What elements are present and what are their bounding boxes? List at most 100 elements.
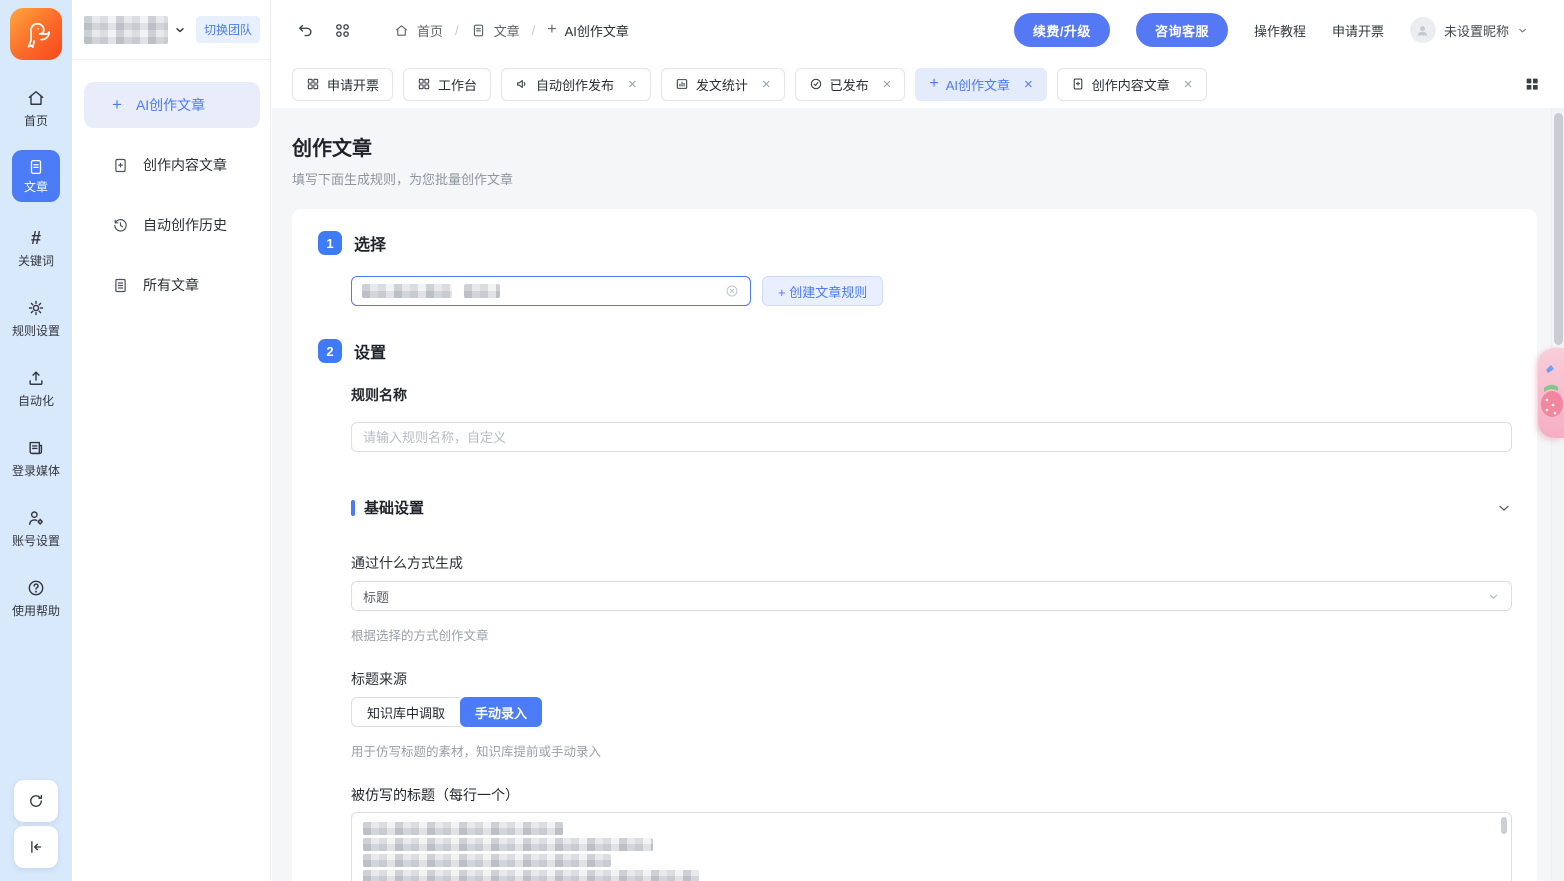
chevron-down-icon[interactable]: [1496, 500, 1512, 516]
promo-float-widget[interactable]: [1538, 348, 1564, 438]
close-icon[interactable]: ×: [762, 77, 771, 92]
rail-item-label: 登录媒体: [12, 462, 60, 479]
hash-icon: #: [31, 228, 41, 248]
rail-item-keywords[interactable]: # 关键词: [0, 228, 72, 269]
tab-label: 发文统计: [696, 75, 748, 94]
generation-method-select[interactable]: 标题: [351, 581, 1512, 611]
tutorial-link[interactable]: 操作教程: [1254, 21, 1306, 40]
plus-icon: +: [929, 76, 938, 92]
team-panel: 切换团队 + AI创作文章 创作内容文章 自动创作历史 所有文章: [72, 0, 271, 881]
user-menu[interactable]: 未设置昵称: [1410, 17, 1528, 43]
strawberry-icon: [1538, 348, 1564, 438]
rail-item-account-settings[interactable]: 账号设置: [0, 508, 72, 549]
customer-support-button[interactable]: 咨询客服: [1136, 13, 1228, 47]
tab-label: 自动创作发布: [536, 75, 614, 94]
breadcrumb-separator: /: [455, 23, 459, 38]
article-rule-select[interactable]: [351, 276, 751, 306]
source-option-knowledge-base[interactable]: 知识库中调取: [351, 697, 460, 727]
panel-item-auto-create-history[interactable]: 自动创作历史: [84, 202, 260, 248]
rail-item-label: 规则设置: [12, 322, 60, 339]
file-icon: [471, 23, 486, 38]
rule-name-input[interactable]: [351, 422, 1512, 452]
imitated-titles-textarea[interactable]: [351, 812, 1512, 881]
panel-item-all-articles[interactable]: 所有文章: [84, 262, 260, 308]
panel-item-create-content-article[interactable]: 创作内容文章: [84, 142, 260, 188]
tab-auto-create-publish[interactable]: 自动创作发布 ×: [501, 68, 651, 101]
page-scrollbar[interactable]: [1551, 108, 1564, 881]
create-article-card: 1 选择 + 创建文章规则 2 设置 规则名称 基础设置: [292, 209, 1537, 881]
close-icon[interactable]: ×: [1024, 77, 1033, 92]
tab-ai-create-article[interactable]: + AI创作文章 ×: [915, 68, 1046, 101]
account-gear-icon: [26, 508, 46, 528]
check-circle-icon: [809, 77, 823, 91]
tab-publish-stats[interactable]: 发文统计 ×: [661, 68, 785, 101]
chevron-down-icon: [1487, 590, 1500, 603]
tab-label: 工作台: [438, 75, 477, 94]
breadcrumb-item-articles[interactable]: 文章: [494, 21, 520, 40]
title-line-redacted: [363, 838, 653, 851]
panel-item-label: 创作内容文章: [143, 155, 227, 175]
home-icon: [394, 23, 409, 38]
generation-method-value: 标题: [363, 587, 389, 606]
imitated-titles-label: 被仿写的标题（每行一个）: [351, 785, 519, 805]
textarea-scrollbar-thumb[interactable]: [1501, 817, 1507, 834]
rail-item-login-media[interactable]: 登录媒体: [0, 438, 72, 479]
basic-settings-header[interactable]: 基础设置: [351, 497, 1512, 518]
document-icon: [112, 277, 129, 294]
title-source-hint: 用于仿写标题的素材，知识库提前或手动录入: [351, 741, 601, 760]
rail-item-automation[interactable]: 自动化: [0, 368, 72, 409]
tab-create-content-article[interactable]: 创作内容文章 ×: [1057, 68, 1207, 101]
create-article-rule-button[interactable]: + 创建文章规则: [762, 276, 883, 306]
tab-invoice[interactable]: 申请开票: [292, 68, 393, 101]
tab-layout-grid-icon[interactable]: [1524, 76, 1540, 92]
team-name-redacted[interactable]: [84, 16, 168, 44]
step-2-badge: 2: [318, 339, 342, 363]
chevron-down-icon[interactable]: [174, 24, 186, 36]
invoice-link[interactable]: 申请开票: [1332, 21, 1384, 40]
renew-upgrade-button[interactable]: 续费/升级: [1014, 13, 1110, 47]
refresh-button[interactable]: [14, 780, 58, 822]
title-source-label: 标题来源: [351, 669, 407, 689]
tab-published[interactable]: 已发布 ×: [795, 68, 906, 101]
title-line-redacted: [363, 822, 563, 835]
tab-label: 已发布: [830, 75, 869, 94]
close-icon[interactable]: ×: [883, 77, 892, 92]
close-icon[interactable]: ×: [1184, 77, 1193, 92]
tab-label: AI创作文章: [946, 75, 1010, 94]
breadcrumb-separator: /: [532, 23, 536, 38]
megaphone-icon: [515, 77, 529, 91]
scrollbar-thumb[interactable]: [1554, 113, 1563, 345]
switch-team-button[interactable]: 切换团队: [196, 16, 260, 43]
rail-item-label: 首页: [24, 112, 48, 129]
avatar: [1410, 17, 1436, 43]
panel-item-label: AI创作文章: [136, 95, 205, 115]
rail-item-help[interactable]: 使用帮助: [0, 578, 72, 619]
back-icon[interactable]: [296, 21, 315, 40]
selected-rule-redacted: [464, 284, 500, 298]
grid-icon: [417, 77, 431, 91]
breadcrumb-item-home[interactable]: 首页: [417, 21, 443, 40]
chart-icon: [675, 77, 689, 91]
panel-item-ai-create-article[interactable]: + AI创作文章: [84, 82, 260, 128]
app-logo[interactable]: [10, 8, 62, 60]
gear-icon: [26, 298, 46, 318]
apps-grid-icon[interactable]: [333, 21, 352, 40]
home-icon: [26, 88, 46, 108]
article-icon: [27, 158, 45, 176]
panel-item-label: 自动创作历史: [143, 215, 227, 235]
generation-method-hint: 根据选择的方式创作文章: [351, 625, 489, 644]
collapse-sidebar-button[interactable]: [14, 826, 58, 868]
upload-icon: [26, 368, 46, 388]
tab-workbench[interactable]: 工作台: [403, 68, 491, 101]
collapse-left-icon: [27, 838, 45, 856]
duck-pencil-icon: [19, 17, 53, 51]
rail-item-articles[interactable]: 文章: [12, 150, 60, 202]
source-option-manual-entry[interactable]: 手动录入: [460, 697, 542, 727]
clear-selection-icon[interactable]: [724, 283, 740, 299]
rail-item-label: 自动化: [18, 392, 54, 409]
close-icon[interactable]: ×: [628, 77, 637, 92]
title-line-redacted: [363, 870, 699, 881]
rail-item-rule-settings[interactable]: 规则设置: [0, 298, 72, 339]
file-plus-icon: [112, 157, 129, 174]
rail-item-home[interactable]: 首页: [0, 88, 72, 129]
